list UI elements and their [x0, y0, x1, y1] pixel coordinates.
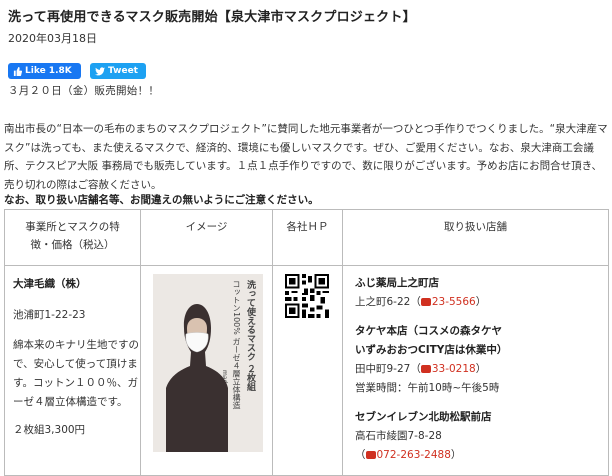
facebook-like-button[interactable]: Like 1.8K [8, 63, 81, 79]
table-row: 大津毛織（株） 池浦町1-22-23 綿本来のキナリ生地ですので、安心して使って… [4, 265, 609, 476]
store-name[interactable]: セブンイレブン北助松駅前店 [355, 408, 608, 427]
company-address: 池浦町1-22-23 [13, 309, 86, 321]
store-address: 高石市綾園7-8-28 [355, 430, 442, 442]
header-image: イメージ [140, 209, 273, 266]
company-cell: 大津毛織（株） 池浦町1-22-23 綿本来のキナリ生地ですので、安心して使って… [4, 265, 141, 476]
header-company: 事業所とマスクの特徴・価格（税込） [4, 209, 141, 266]
store-address-line: 田中町9-27（ 33-0218） [355, 363, 487, 375]
store-table: 事業所とマスクの特徴・価格（税込） イメージ 各社ＨＰ 取り扱い店舗 大津毛織（… [4, 209, 609, 476]
store-phone[interactable]: 072-263-2488 [377, 449, 451, 461]
article-title: 洗って再使用できるマスク販売開始【泉大津市マスクプロジェクト】 [8, 10, 416, 25]
stores-cell: ふじ薬局上之町店 上之町6-22（ 23-5566） タケヤ本店（コスメの森タケヤ… [342, 265, 609, 476]
tweet-label: Tweet [108, 66, 138, 76]
notice-text: なお、取り扱い店舗名等、お間違えの無いようにご注意ください。 [4, 194, 319, 206]
store-name-note: いずみおおつCITY店は休業中） [355, 344, 508, 356]
sale-start-text: ３月２０日（金）販売開始！！ [8, 85, 160, 97]
phone-icon [420, 298, 431, 306]
table-header-row: 事業所とマスクの特徴・価格（税込） イメージ 各社ＨＰ 取り扱い店舗 [4, 209, 609, 266]
person-wearing-mask-illustration [166, 304, 228, 452]
header-website: 各社ＨＰ [272, 209, 343, 266]
twitter-bird-icon [95, 66, 105, 75]
qr-code-icon[interactable] [285, 274, 329, 318]
like-label: Like 1.8K [25, 66, 72, 76]
store-name[interactable]: ふじ薬局上之町店 [355, 274, 608, 293]
mask-product-image[interactable]: 洗って使えるマスク ２枚組 コットン100% ガーゼ４層立体構造 made in… [153, 274, 263, 452]
website-cell [272, 265, 343, 476]
store-address-line: 上之町6-22（ 23-5566） [355, 296, 487, 308]
store-phone-line: （072-263-2488） [355, 449, 462, 461]
tweet-button[interactable]: Tweet [90, 63, 146, 79]
mask-description: 綿本来のキナリ生地ですので、安心して使って頂けます。コットン１００％、ガーゼ４層… [13, 339, 139, 408]
header-stores: 取り扱い店舗 [342, 209, 609, 266]
store-name[interactable]: タケヤ本店（コスメの森タケヤ [355, 322, 608, 341]
article-body: 南出市長の“日本一の毛布のまちのマスクプロジェクト”に賛同した地元事業者が一つひ… [4, 123, 608, 191]
image-cell: 洗って使えるマスク ２枚組 コットン100% ガーゼ４層立体構造 made in… [140, 265, 273, 476]
article-date: 2020年03月18日 [8, 32, 97, 45]
phone-icon [420, 365, 431, 373]
mask-price: ２枚組3,300円 [13, 424, 86, 436]
phone-icon [365, 451, 376, 459]
company-name: 大津毛織（株） [13, 278, 87, 290]
store-phone[interactable]: 23-5566 [432, 296, 476, 308]
store-hours: 営業時間：午前10時~午後5時 [355, 382, 500, 394]
store-phone[interactable]: 33-0218 [432, 363, 476, 375]
thumbs-up-icon [13, 66, 22, 76]
